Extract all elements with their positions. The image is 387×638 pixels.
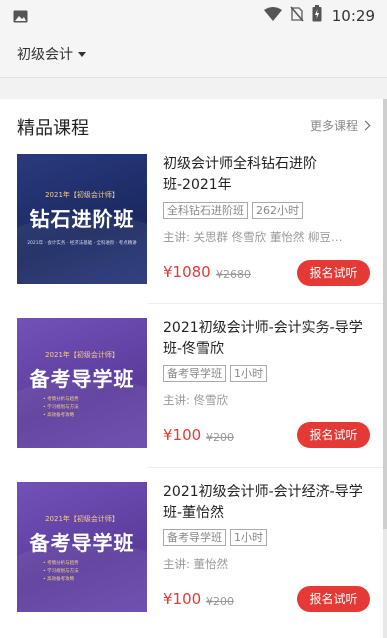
photo-icon (13, 8, 28, 27)
thumbnail-bullet: • 学习规划与方法 (43, 569, 79, 574)
thumbnail-bullet: • 高效备考攻略 (43, 413, 75, 418)
wifi-icon (263, 6, 282, 25)
enroll-trial-button[interactable]: 报名试听 (297, 422, 370, 448)
thumbnail-bullet: • 高效备考攻略 (43, 577, 75, 582)
thumbnail-year-label: 2021年【初级会计师】 (45, 515, 119, 523)
course-teachers: 主讲: 关思群 佟雪欣 董怡然 柳豆… (163, 230, 343, 244)
enroll-trial-button[interactable]: 报名试听 (297, 260, 370, 286)
chevron-right-icon (360, 120, 371, 131)
divider (148, 303, 383, 304)
subject-label: 初级会计 (17, 47, 73, 63)
thumbnail-title: 备考导学班 (29, 531, 135, 555)
course-title[interactable]: 初级会计师全科钻石进阶班-2021年 (163, 154, 369, 196)
course-tag: 1小时 (230, 529, 267, 546)
course-old-price: ¥200 (206, 431, 234, 444)
thumbnail-bullet: • 考情分析与趋势 (43, 561, 79, 566)
course-tags: 备考导学班 1小时 (163, 529, 267, 546)
course-card[interactable]: 2021年【初级会计师】 备考导学班 • 考情分析与趋势 • 学习规划与方法 •… (0, 318, 383, 468)
course-tag: 1小时 (230, 365, 267, 382)
thumbnail-year-label: 2021年【初级会计师】 (45, 351, 119, 359)
scrollbar[interactable] (383, 99, 387, 638)
status-bar: 10:29 (0, 0, 387, 30)
status-icons: 10:29 (263, 5, 375, 26)
course-title[interactable]: 2021初级会计师-会计实务-导学班-佟雪欣 (163, 318, 369, 360)
caret-down-icon (78, 51, 86, 57)
course-thumbnail: 2021年【初级会计师】 备考导学班 • 考情分析与趋势 • 学习规划与方法 •… (17, 318, 147, 448)
more-courses-link[interactable]: 更多课程 (309, 117, 371, 134)
thumbnail-title: 备考导学班 (29, 367, 135, 391)
course-price: ¥100 (163, 590, 202, 608)
course-thumbnail: 2021年【初级会计师】 备考导学班 • 考情分析与趋势 • 学习规划与方法 •… (17, 482, 147, 612)
status-time: 10:29 (331, 6, 375, 25)
thumbnail-bullet: • 学习规划与方法 (43, 405, 79, 410)
thumbnail-bullet: • 考情分析与趋势 (43, 397, 79, 402)
course-old-price: ¥2680 (216, 268, 251, 281)
thumbnail-subline: 2021年 · 会计实务 · 经济法基础 · 全科进阶 · 考点精讲 (27, 241, 137, 246)
battery-icon (312, 5, 322, 26)
course-teachers: 主讲: 佟雪欣 (163, 393, 229, 407)
top-bar: 初级会计 (0, 30, 387, 78)
course-tag: 全科钻石进阶班 (163, 202, 248, 219)
more-courses-label: 更多课程 (309, 119, 358, 133)
course-card[interactable]: 2021年【初级会计师】 钻石进阶班 2021年 · 会计实务 · 经济法基础 … (0, 154, 383, 304)
thumbnail-title: 钻石进阶班 (29, 207, 135, 231)
course-title[interactable]: 2021初级会计师-会计经济-导学班-董怡然 (163, 482, 369, 524)
course-tags: 备考导学班 1小时 (163, 365, 267, 382)
course-panel: 精品课程 更多课程 2021年【初级会计师】 钻石进阶班 2021年 · 会计实… (0, 99, 383, 638)
course-price: ¥1080 (163, 263, 211, 281)
course-tag: 备考导学班 (163, 365, 226, 382)
subject-selector[interactable]: 初级会计 (17, 44, 86, 64)
course-old-price: ¥200 (206, 595, 234, 608)
course-thumbnail: 2021年【初级会计师】 钻石进阶班 2021年 · 会计实务 · 经济法基础 … (17, 154, 147, 284)
thumbnail-year-label: 2021年【初级会计师】 (45, 191, 119, 199)
course-tag: 备考导学班 (163, 529, 226, 546)
course-tags: 全科钻石进阶班 262小时 (163, 202, 303, 219)
course-price: ¥100 (163, 426, 202, 444)
course-tag: 262小时 (252, 202, 303, 219)
divider (148, 467, 383, 468)
section-title: 精品课程 (17, 118, 89, 139)
enroll-trial-button[interactable]: 报名试听 (297, 586, 370, 612)
course-teachers: 主讲: 董怡然 (163, 557, 229, 571)
no-sim-icon (290, 5, 304, 26)
scrollbar-thumb[interactable] (383, 99, 387, 529)
course-card[interactable]: 2021年【初级会计师】 备考导学班 • 考情分析与趋势 • 学习规划与方法 •… (0, 482, 383, 632)
